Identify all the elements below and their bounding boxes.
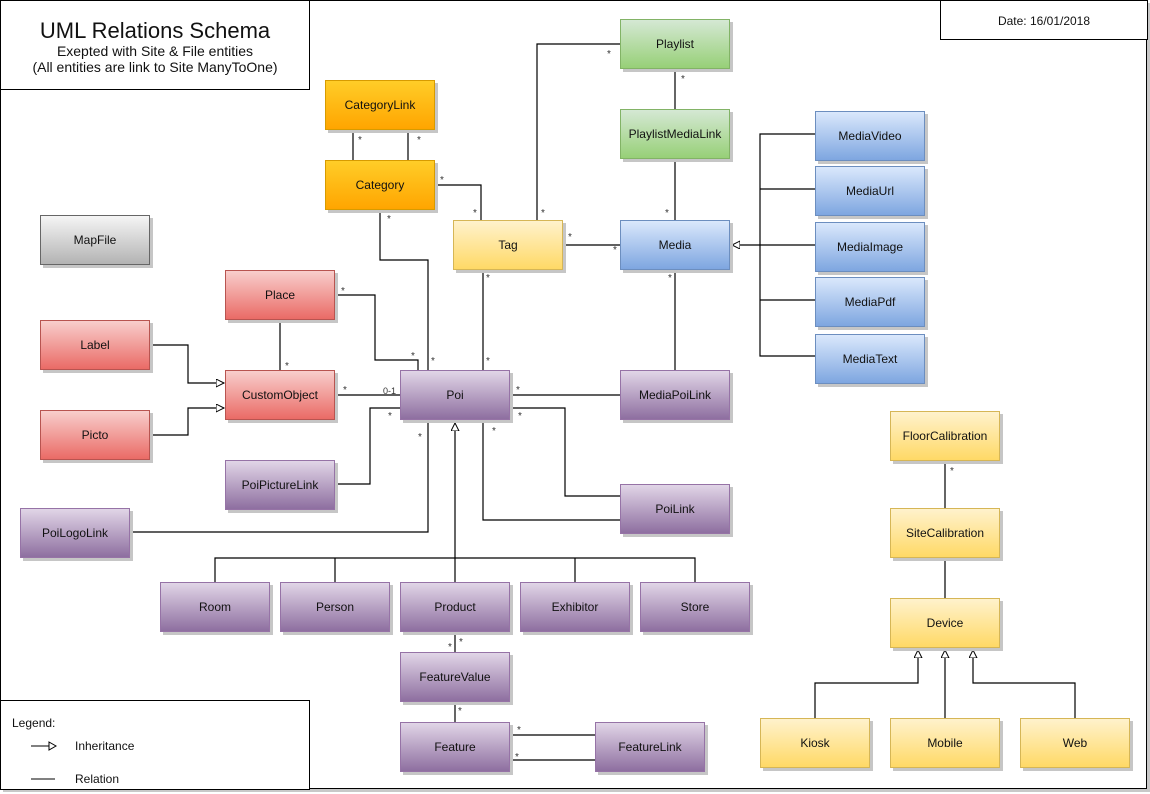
entity-device[interactable]: Device <box>890 598 1000 648</box>
multiplicity-label: * <box>492 426 496 437</box>
edge-kiosk-device <box>814 650 918 718</box>
edge-web-device <box>973 650 1076 718</box>
entity-label[interactable]: Label <box>40 320 150 370</box>
multiplicity-label: * <box>440 175 444 186</box>
multiplicity-label: * <box>388 411 392 422</box>
multiplicity-label: * <box>517 725 521 736</box>
diagram-title-box: UML Relations Schema Exepted with Site &… <box>0 0 310 90</box>
entity-category[interactable]: Category <box>325 160 435 210</box>
entity-exhibitor[interactable]: Exhibitor <box>520 582 630 632</box>
legend-title: Legend: <box>12 716 56 730</box>
multiplicity-label: * <box>486 356 490 367</box>
multiplicity-label: * <box>950 466 954 477</box>
entity-media-video[interactable]: MediaVideo <box>815 111 925 161</box>
entity-place[interactable]: Place <box>225 270 335 320</box>
entity-poi[interactable]: Poi <box>400 370 510 420</box>
multiplicity-label: * <box>458 706 462 717</box>
multiplicity-label: * <box>473 208 477 219</box>
multiplicity-label: * <box>681 74 685 85</box>
multiplicity-label: * <box>607 49 611 60</box>
entity-media-pdf[interactable]: MediaPdf <box>815 277 925 327</box>
multiplicity-label: * <box>341 286 345 297</box>
multiplicity-label: * <box>668 273 672 284</box>
entity-picto[interactable]: Picto <box>40 410 150 460</box>
entity-tag[interactable]: Tag <box>453 220 563 270</box>
entity-poi-picture-link[interactable]: PoiPictureLink <box>225 460 335 510</box>
edge-place-poi <box>336 294 419 370</box>
multiplicity-label: * <box>459 637 463 648</box>
diagram-subtitle-2: (All entities are link to Site ManyToOne… <box>32 59 278 75</box>
entity-product[interactable]: Product <box>400 582 510 632</box>
entity-media[interactable]: Media <box>620 220 730 270</box>
multiplicity-label: * <box>665 208 669 219</box>
multiplicity-label: * <box>285 361 289 372</box>
entity-poi-logo-link[interactable]: PoiLogoLink <box>20 508 130 558</box>
diagram-subtitle-1: Exepted with Site & File entities <box>56 43 254 59</box>
multiplicity-label: * <box>358 135 362 146</box>
legend-item-inheritance: Inheritance <box>31 739 134 753</box>
entity-store[interactable]: Store <box>640 582 750 632</box>
multiplicity-label: * <box>516 385 520 396</box>
edge-tag-playlist <box>536 43 620 220</box>
entity-media-image[interactable]: MediaImage <box>815 222 925 272</box>
edge-category-poi <box>379 210 429 370</box>
connector-layer <box>131 43 1076 761</box>
multiplicity-label: * <box>418 432 422 443</box>
entity-media-poi-link[interactable]: MediaPoiLink <box>620 370 730 420</box>
inheritance-arrow-icon <box>31 741 57 751</box>
multiplicity-label: * <box>387 214 391 225</box>
multiplicity-label: 0-1 <box>383 386 397 396</box>
multiplicity-label: * <box>343 385 347 396</box>
multiplicity-label: * <box>431 356 435 367</box>
entity-media-url[interactable]: MediaUrl <box>815 166 925 216</box>
multiplicity-label: * <box>486 273 490 284</box>
multiplicity-label: * <box>541 208 545 219</box>
edge-picto-customobject <box>151 408 224 436</box>
multiplicity-label: * <box>568 232 572 243</box>
entity-mobile[interactable]: Mobile <box>890 718 1000 768</box>
entity-playlist[interactable]: Playlist <box>620 19 730 69</box>
entity-site-calibration[interactable]: SiteCalibration <box>890 508 1000 558</box>
entity-feature-link[interactable]: FeatureLink <box>595 722 705 772</box>
multiplicity-label: * <box>448 642 452 653</box>
edge-poi-poilink-2 <box>482 421 620 521</box>
entity-feature[interactable]: Feature <box>400 722 510 772</box>
multiplicity-label: * <box>518 411 522 422</box>
entity-floor-calibration[interactable]: FloorCalibration <box>890 411 1000 461</box>
entity-playlist-media-link[interactable]: PlaylistMediaLink <box>620 109 730 159</box>
legend-inheritance-label: Inheritance <box>75 739 135 753</box>
diagram-title: UML Relations Schema <box>39 18 271 43</box>
entity-kiosk[interactable]: Kiosk <box>760 718 870 768</box>
entity-room[interactable]: Room <box>160 582 270 632</box>
entity-feature-value[interactable]: FeatureValue <box>400 652 510 702</box>
edge-poi-poilink-1 <box>511 407 620 497</box>
entity-media-text[interactable]: MediaText <box>815 334 925 384</box>
legend-box: Legend: Inheritance Relation <box>0 700 310 790</box>
edge-label-customobject <box>151 344 224 383</box>
multiplicity-label: * <box>417 135 421 146</box>
entity-map-file[interactable]: MapFile <box>40 215 150 265</box>
entity-person[interactable]: Person <box>280 582 390 632</box>
legend-relation-label: Relation <box>75 772 120 786</box>
entity-category-link[interactable]: CategoryLink <box>325 80 435 130</box>
legend-item-relation: Relation <box>31 772 119 786</box>
entity-poi-link[interactable]: PoiLink <box>620 484 730 534</box>
date-label: Date: 16/01/2018 <box>940 0 1148 40</box>
relation-line-icon <box>31 778 55 780</box>
entity-custom-object[interactable]: CustomObject <box>225 370 335 420</box>
entity-web[interactable]: Web <box>1020 718 1130 768</box>
multiplicity-label: * <box>613 245 617 256</box>
multiplicity-label: * <box>411 351 415 362</box>
multiplicity-label: * <box>515 752 519 763</box>
